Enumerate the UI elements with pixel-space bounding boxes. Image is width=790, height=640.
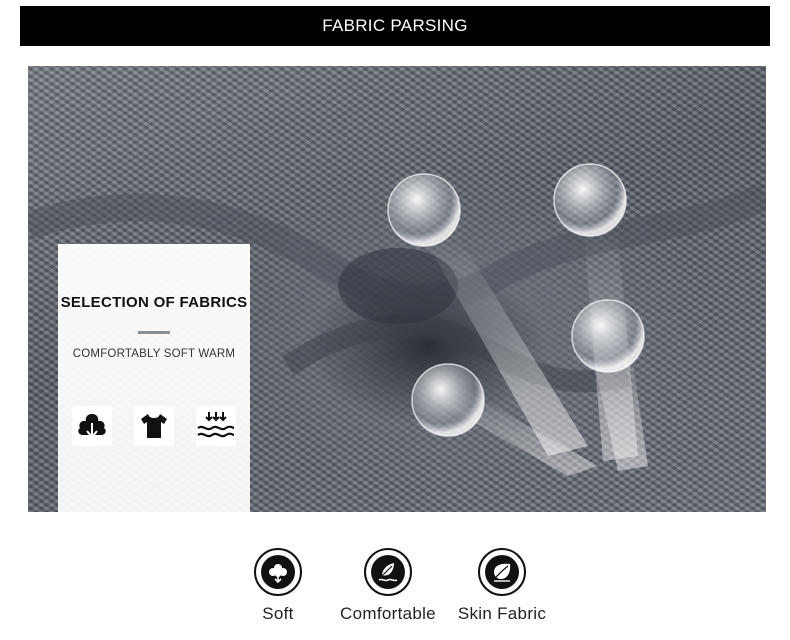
- card-subtitle: COMFORTABLY SOFT WARM: [72, 348, 236, 360]
- feather-icon: [364, 548, 412, 596]
- warm-waves-icon: [196, 406, 236, 446]
- leaf-icon: [478, 548, 526, 596]
- feature-skin-fabric: Skin Fabric: [437, 548, 567, 624]
- header-bar: FABRIC PARSING: [20, 6, 770, 46]
- feature-label-skin-fabric: Skin Fabric: [457, 604, 547, 623]
- header-title: FABRIC PARSING: [322, 16, 468, 35]
- feature-label-comfortable: Comfortable: [340, 604, 436, 623]
- tshirt-icon: [134, 406, 174, 446]
- cotton-flower-icon: [254, 548, 302, 596]
- card-divider: [138, 331, 170, 334]
- card-title: SELECTION OF FABRICS: [60, 294, 248, 311]
- fabric-info-card: SELECTION OF FABRICS COMFORTABLY SOFT WA…: [58, 244, 250, 526]
- cotton-icon: [72, 406, 112, 446]
- feature-comfortable: Comfortable: [323, 548, 453, 624]
